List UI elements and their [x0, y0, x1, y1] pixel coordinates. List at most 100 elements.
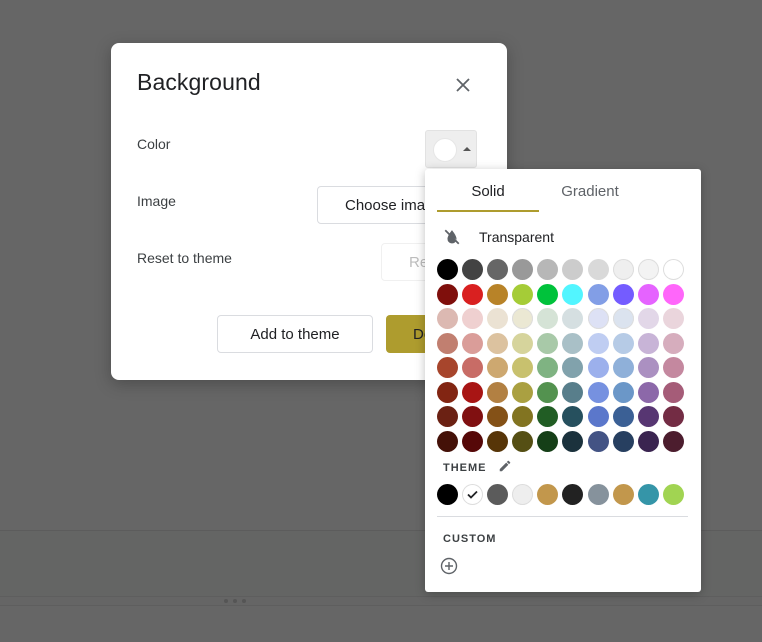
- color-swatch[interactable]: [537, 308, 559, 329]
- resize-divider[interactable]: [0, 596, 762, 606]
- color-swatch[interactable]: [587, 406, 609, 427]
- color-swatch[interactable]: [537, 430, 559, 452]
- color-swatch[interactable]: [462, 283, 484, 305]
- color-swatch[interactable]: [562, 406, 584, 427]
- color-swatch[interactable]: [462, 308, 484, 329]
- color-swatch[interactable]: [612, 259, 634, 280]
- theme-color-swatch[interactable]: [662, 484, 684, 505]
- color-swatch[interactable]: [512, 430, 534, 452]
- color-swatch[interactable]: [562, 259, 584, 280]
- color-swatch[interactable]: [662, 357, 684, 378]
- color-swatch[interactable]: [587, 332, 609, 354]
- color-swatch[interactable]: [637, 357, 659, 378]
- color-swatch[interactable]: [437, 308, 458, 329]
- color-swatch[interactable]: [437, 430, 458, 452]
- color-swatch[interactable]: [662, 381, 684, 403]
- color-swatch[interactable]: [487, 381, 509, 403]
- color-swatch[interactable]: [487, 308, 509, 329]
- color-swatch[interactable]: [612, 332, 634, 354]
- color-swatch[interactable]: [662, 259, 684, 280]
- color-swatch[interactable]: [437, 283, 458, 305]
- theme-color-swatch[interactable]: [562, 484, 584, 505]
- color-swatch[interactable]: [562, 381, 584, 403]
- theme-color-swatch[interactable]: [462, 484, 484, 505]
- theme-color-swatch[interactable]: [487, 484, 509, 505]
- color-swatch[interactable]: [437, 332, 458, 354]
- color-swatch[interactable]: [462, 259, 484, 280]
- color-swatch[interactable]: [562, 430, 584, 452]
- theme-color-swatch[interactable]: [537, 484, 559, 505]
- color-swatch[interactable]: [612, 430, 634, 452]
- color-swatch[interactable]: [562, 308, 584, 329]
- color-swatch[interactable]: [612, 283, 634, 305]
- tab-solid[interactable]: Solid: [437, 169, 539, 213]
- color-swatch[interactable]: [587, 381, 609, 403]
- color-swatch[interactable]: [662, 430, 684, 452]
- theme-color-swatch[interactable]: [637, 484, 659, 505]
- add-to-theme-button[interactable]: Add to theme: [217, 315, 373, 353]
- color-swatch[interactable]: [512, 283, 534, 305]
- color-swatch[interactable]: [662, 332, 684, 354]
- color-swatch[interactable]: [612, 406, 634, 427]
- color-swatch[interactable]: [662, 406, 684, 427]
- color-swatch[interactable]: [437, 357, 458, 378]
- color-swatch[interactable]: [537, 406, 559, 427]
- color-swatch[interactable]: [587, 308, 609, 329]
- color-swatch[interactable]: [462, 430, 484, 452]
- color-swatch[interactable]: [462, 357, 484, 378]
- theme-color-swatch[interactable]: [587, 484, 609, 505]
- color-swatch[interactable]: [512, 308, 534, 329]
- color-swatch[interactable]: [487, 259, 509, 280]
- drag-handle[interactable]: [222, 599, 248, 603]
- color-swatch[interactable]: [487, 357, 509, 378]
- color-swatch[interactable]: [437, 381, 458, 403]
- color-swatch[interactable]: [512, 259, 534, 280]
- color-swatch[interactable]: [637, 283, 659, 305]
- theme-color-swatch[interactable]: [512, 484, 534, 505]
- color-swatch[interactable]: [537, 332, 559, 354]
- color-swatch[interactable]: [587, 430, 609, 452]
- color-swatch[interactable]: [612, 357, 634, 378]
- color-swatch[interactable]: [487, 430, 509, 452]
- color-swatch[interactable]: [462, 332, 484, 354]
- color-swatch[interactable]: [662, 283, 684, 305]
- color-swatch[interactable]: [537, 259, 559, 280]
- color-swatch[interactable]: [537, 357, 559, 378]
- color-swatch[interactable]: [537, 381, 559, 403]
- color-swatch[interactable]: [637, 381, 659, 403]
- theme-color-swatch[interactable]: [612, 484, 634, 505]
- color-swatch[interactable]: [437, 259, 458, 280]
- color-dropdown-button[interactable]: [425, 130, 477, 168]
- color-swatch[interactable]: [512, 406, 534, 427]
- color-swatch[interactable]: [512, 332, 534, 354]
- color-swatch[interactable]: [587, 259, 609, 280]
- color-swatch[interactable]: [587, 357, 609, 378]
- color-swatch[interactable]: [562, 332, 584, 354]
- color-swatch[interactable]: [637, 332, 659, 354]
- theme-color-swatch[interactable]: [437, 484, 458, 505]
- color-swatch[interactable]: [462, 381, 484, 403]
- color-swatch[interactable]: [537, 283, 559, 305]
- color-swatch[interactable]: [487, 332, 509, 354]
- close-button[interactable]: [451, 73, 475, 97]
- edit-theme-button[interactable]: [498, 459, 514, 475]
- color-swatch[interactable]: [437, 406, 458, 427]
- tab-gradient[interactable]: Gradient: [539, 169, 641, 213]
- color-swatch[interactable]: [512, 381, 534, 403]
- color-swatch[interactable]: [637, 308, 659, 329]
- color-swatch[interactable]: [487, 406, 509, 427]
- color-swatch[interactable]: [462, 406, 484, 427]
- add-custom-color-button[interactable]: [440, 557, 460, 577]
- color-swatch[interactable]: [637, 259, 659, 280]
- color-swatch[interactable]: [612, 308, 634, 329]
- color-swatch[interactable]: [612, 381, 634, 403]
- color-swatch[interactable]: [512, 357, 534, 378]
- color-swatch[interactable]: [487, 283, 509, 305]
- color-swatch[interactable]: [562, 283, 584, 305]
- transparent-option[interactable]: Transparent: [443, 225, 554, 249]
- color-swatch[interactable]: [637, 430, 659, 452]
- color-swatch[interactable]: [662, 308, 684, 329]
- color-swatch[interactable]: [562, 357, 584, 378]
- color-swatch[interactable]: [637, 406, 659, 427]
- color-swatch[interactable]: [587, 283, 609, 305]
